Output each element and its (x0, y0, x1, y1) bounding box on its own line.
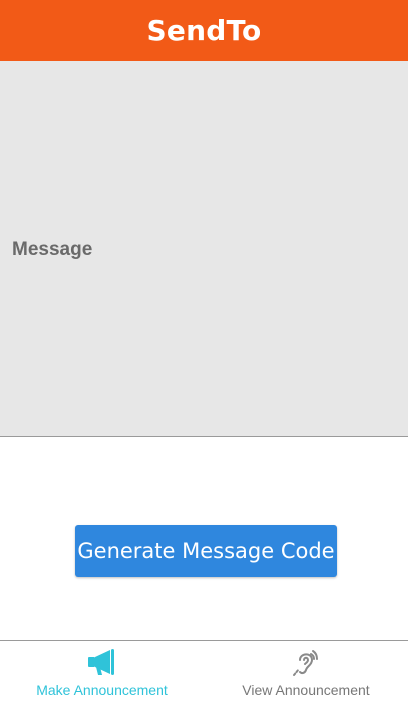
tab-view-announcement[interactable]: View Announcement (204, 641, 408, 701)
app-header: SendTo (0, 0, 408, 61)
message-input-area[interactable]: Message (0, 61, 408, 437)
tab-view-announcement-label: View Announcement (242, 682, 370, 698)
tab-make-announcement[interactable]: Make Announcement (0, 641, 204, 701)
bottom-tab-bar: Make Announcement View Announcement (0, 640, 408, 701)
megaphone-icon (88, 649, 114, 675)
tab-make-announcement-label: Make Announcement (36, 682, 168, 698)
generate-message-code-button[interactable]: Generate Message Code (75, 525, 337, 577)
app-screen: SendTo Message Generate Message Code Mak… (0, 0, 408, 701)
message-label: Message (12, 239, 93, 260)
app-title: SendTo (146, 14, 262, 47)
hearing-icon (293, 650, 318, 676)
